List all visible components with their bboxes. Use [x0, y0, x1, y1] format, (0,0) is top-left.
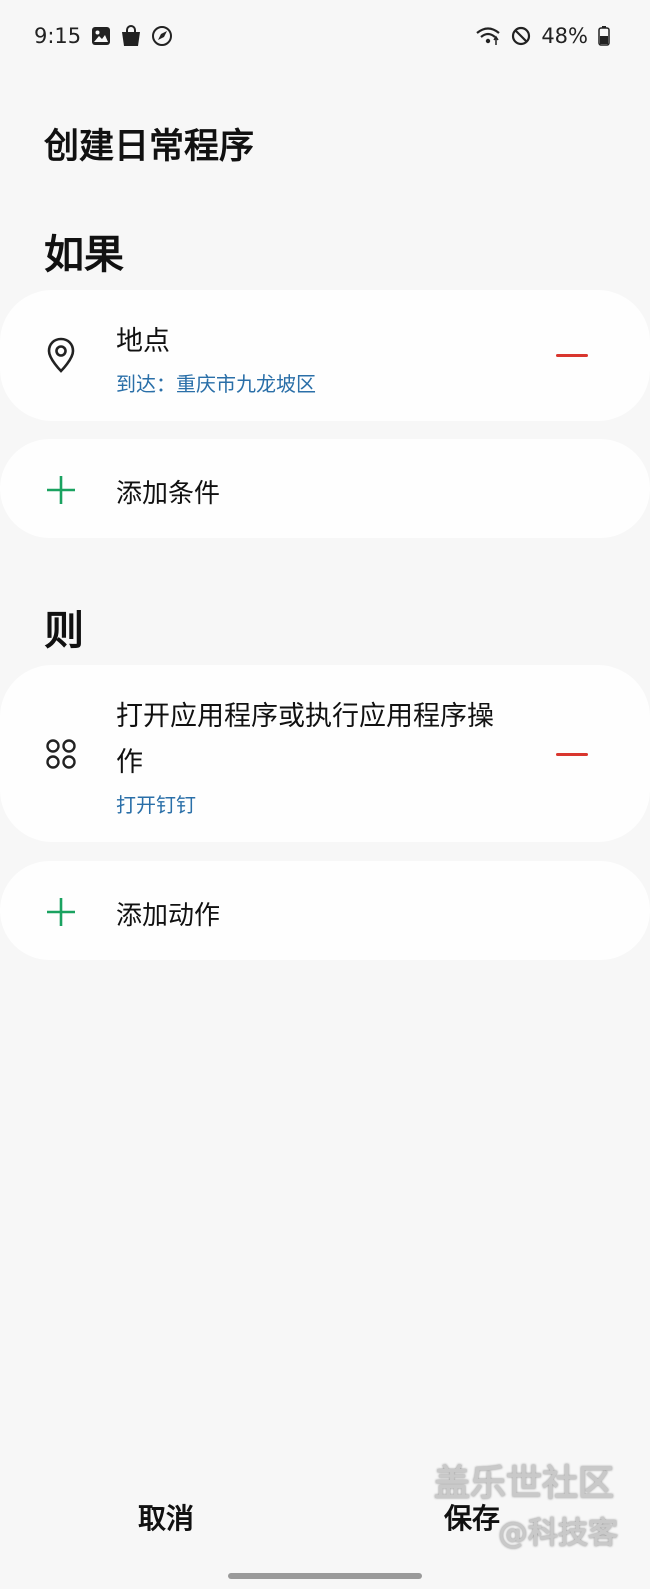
plus-icon	[44, 895, 78, 929]
wifi-icon	[475, 26, 501, 46]
gallery-icon	[91, 26, 111, 46]
action-card-open-app[interactable]: 打开应用程序或执行应用程序操 作 打开钉钉	[0, 665, 650, 842]
remove-condition-button[interactable]	[556, 354, 588, 357]
status-bar: 9:15 48%	[0, 0, 650, 72]
cancel-button[interactable]: 取消	[138, 1497, 194, 1537]
rocket-icon	[151, 25, 173, 47]
status-bar-left: 9:15	[34, 24, 173, 48]
plus-icon	[44, 473, 78, 507]
condition-detail: 到达：重庆市九龙坡区	[116, 372, 316, 396]
condition-card-location[interactable]: 地点 到达：重庆市九龙坡区	[0, 290, 650, 421]
battery-percent: 48%	[541, 24, 588, 48]
action-detail: 打开钉钉	[116, 793, 196, 817]
then-section-heading: 则	[44, 608, 84, 654]
watermark-line2: @科技客	[498, 1516, 618, 1551]
remove-action-button[interactable]	[556, 753, 588, 756]
save-button[interactable]: 保存	[444, 1497, 500, 1537]
status-time: 9:15	[34, 24, 82, 48]
add-action-card[interactable]: 添加动作	[0, 861, 650, 960]
add-condition-label: 添加条件	[116, 479, 221, 509]
do-not-disturb-icon	[511, 26, 531, 46]
condition-title: 地点	[116, 326, 170, 357]
add-action-label: 添加动作	[116, 901, 221, 931]
add-condition-card[interactable]: 添加条件	[0, 439, 650, 538]
if-section-heading: 如果	[44, 232, 124, 278]
apps-icon	[44, 737, 78, 771]
action-title-line2: 作	[116, 747, 143, 778]
status-bar-right: 48%	[475, 24, 610, 48]
location-pin-icon	[44, 337, 78, 373]
shopping-bag-icon	[121, 25, 141, 47]
battery-icon	[598, 26, 610, 46]
action-title-line1: 打开应用程序或执行应用程序操	[116, 701, 494, 732]
home-indicator[interactable]	[228, 1573, 422, 1579]
page-title: 创建日常程序	[44, 127, 255, 167]
